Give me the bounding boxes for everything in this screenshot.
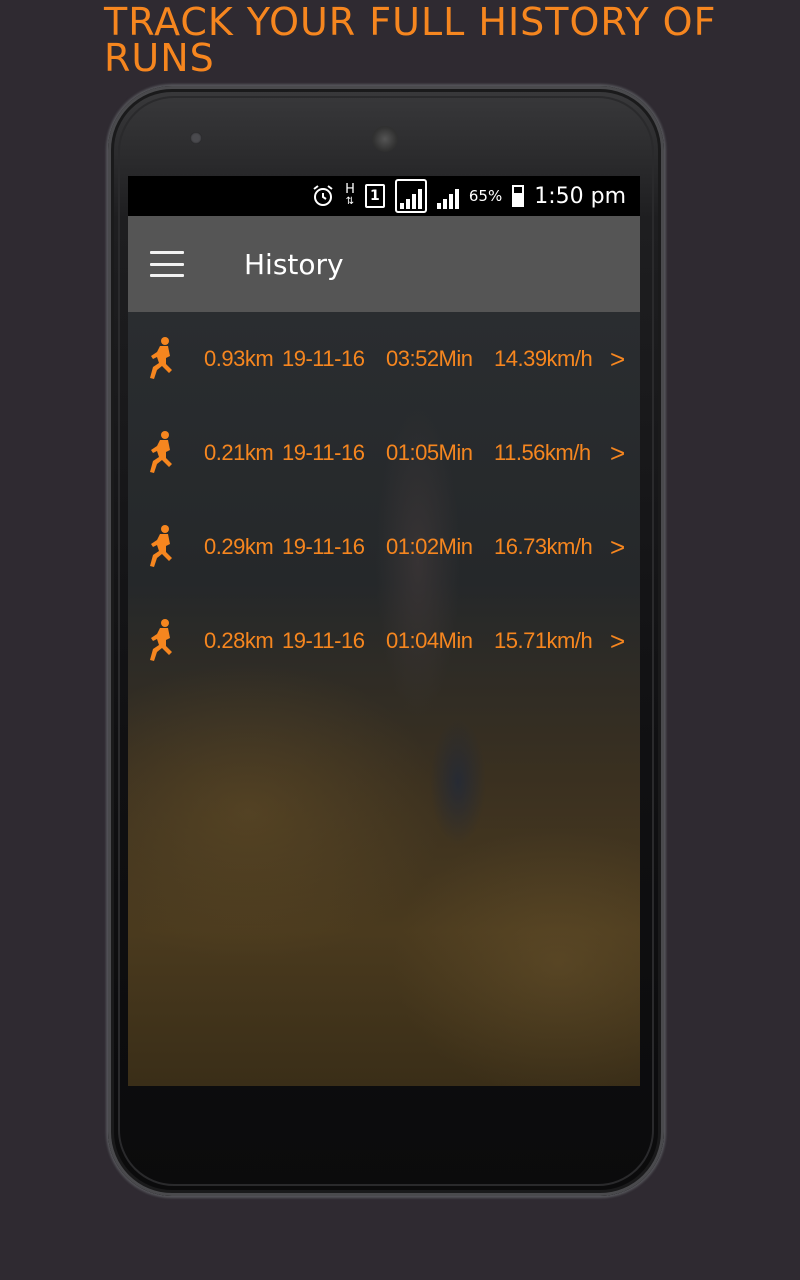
history-background: 0.93km 19-11-16 03:52Min 14.39km/h > 0.2… xyxy=(128,312,640,1086)
run-date: 19-11-16 xyxy=(282,346,365,371)
phone-screen: H ⇅ 1 65% 1:50 pm History 0.93km 19-11-1… xyxy=(128,176,640,1086)
run-distance: 0.93km xyxy=(204,346,274,371)
sim-icon: 1 xyxy=(364,184,385,208)
run-history-item[interactable]: 0.93km 19-11-16 03:52Min 14.39km/h > xyxy=(128,312,640,406)
run-duration: 01:02Min xyxy=(386,534,473,559)
run-date: 19-11-16 xyxy=(282,440,365,465)
chevron-right-icon[interactable]: > xyxy=(610,344,625,375)
battery-icon xyxy=(512,185,525,207)
status-time: 1:50 pm xyxy=(534,183,626,209)
page-title: History xyxy=(244,247,344,281)
run-speed: 11.56km/h xyxy=(494,440,591,465)
hamburger-menu-icon[interactable] xyxy=(150,251,184,277)
phone-frame: H ⇅ 1 65% 1:50 pm History 0.93km 19-11-1… xyxy=(108,86,664,1196)
run-duration: 03:52Min xyxy=(386,346,473,371)
chevron-right-icon[interactable]: > xyxy=(610,626,625,657)
run-speed: 15.71km/h xyxy=(494,628,593,653)
run-distance: 0.29km xyxy=(204,534,274,559)
app-bar: History xyxy=(128,216,640,312)
earpiece-speaker xyxy=(372,126,398,152)
front-camera xyxy=(190,132,202,144)
runner-icon xyxy=(146,618,178,664)
status-bar: H ⇅ 1 65% 1:50 pm xyxy=(128,176,640,216)
run-history-list: 0.93km 19-11-16 03:52Min 14.39km/h > 0.2… xyxy=(128,312,640,688)
run-history-item[interactable]: 0.29km 19-11-16 01:02Min 16.73km/h > xyxy=(128,500,640,594)
network-type-label: H xyxy=(345,182,355,197)
run-speed: 16.73km/h xyxy=(494,534,593,559)
run-distance: 0.21km xyxy=(204,440,274,465)
run-history-item[interactable]: 0.21km 19-11-16 01:05Min 11.56km/h > xyxy=(128,406,640,500)
run-date: 19-11-16 xyxy=(282,628,365,653)
chevron-right-icon[interactable]: > xyxy=(610,532,625,563)
run-distance: 0.28km xyxy=(204,628,274,653)
signal-icon xyxy=(394,179,427,213)
run-duration: 01:05Min xyxy=(386,440,473,465)
promo-headline: TRACK YOUR FULL HISTORY OF RUNS xyxy=(104,0,717,80)
battery-percent: 65% xyxy=(468,187,503,205)
run-history-item[interactable]: 0.28km 19-11-16 01:04Min 15.71km/h > xyxy=(128,594,640,688)
run-duration: 01:04Min xyxy=(386,628,473,653)
chevron-right-icon[interactable]: > xyxy=(610,438,625,469)
network-type-icon: H ⇅ xyxy=(345,182,355,207)
run-speed: 14.39km/h xyxy=(494,346,593,371)
runner-icon xyxy=(146,524,178,570)
signal-icon xyxy=(436,183,459,209)
run-date: 19-11-16 xyxy=(282,534,365,559)
alarm-icon xyxy=(311,184,335,208)
runner-icon xyxy=(146,430,178,476)
runner-icon xyxy=(146,336,178,382)
